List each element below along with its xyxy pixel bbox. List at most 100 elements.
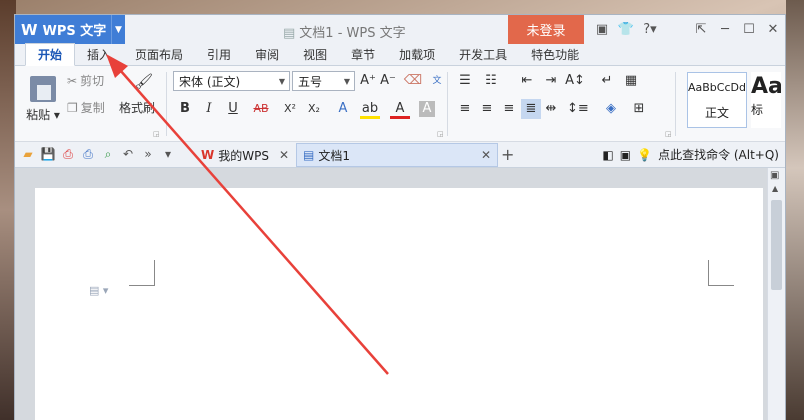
copy-button[interactable]: ❐ 复制 — [67, 99, 105, 116]
increase-indent-icon[interactable]: ⇥ — [541, 71, 561, 91]
print-preview-icon[interactable]: ⌕ — [99, 147, 117, 162]
align-right-icon[interactable]: ≡ — [499, 99, 519, 119]
tab-developer[interactable]: 开发工具 — [447, 43, 519, 65]
app-menu-button[interactable]: W WPS 文字 ▼ — [15, 15, 125, 44]
tab-page-layout[interactable]: 页面布局 — [123, 43, 195, 65]
vertical-scrollbar[interactable]: ▣ ▲ — [767, 168, 785, 420]
dialog-launcher-icon[interactable]: ◲ — [665, 130, 672, 138]
doc-tab-document1[interactable]: ▤ 文档1 ✕ — [296, 143, 498, 167]
read-mode-icon[interactable]: ▣ — [620, 148, 631, 162]
separator — [447, 72, 448, 136]
numbered-list-icon[interactable]: ☷ — [481, 71, 501, 91]
char-shading-icon[interactable]: A — [419, 101, 435, 117]
superscript-button[interactable]: X² — [280, 99, 300, 119]
tab-section[interactable]: 章节 — [339, 43, 387, 65]
more-icon[interactable]: » — [139, 147, 157, 162]
table-icon[interactable]: ▦ — [621, 71, 641, 91]
separator — [166, 72, 167, 136]
undo-icon[interactable]: ↶ — [119, 147, 137, 162]
tab-view[interactable]: 视图 — [291, 43, 339, 65]
decrease-indent-icon[interactable]: ⇤ — [517, 71, 537, 91]
highlight-icon[interactable]: ab — [360, 99, 380, 119]
font-size-select[interactable]: 五号 ▼ — [292, 71, 355, 91]
shrink-font-icon[interactable]: A⁻ — [378, 71, 398, 91]
maximize-button[interactable]: ☐ — [737, 22, 761, 37]
text-effect-icon[interactable]: A — [333, 99, 353, 119]
lightbulb-icon: 💡 — [637, 147, 653, 162]
italic-button[interactable]: I — [199, 99, 219, 119]
tab-review[interactable]: 审阅 — [243, 43, 291, 65]
strikethrough-button[interactable]: AB — [251, 99, 271, 119]
help-icon[interactable]: ?▾ — [639, 22, 661, 37]
chevron-down-icon[interactable]: ▾ — [159, 147, 177, 162]
title-toolbar: ▣ 👕 ?▾ — [591, 15, 661, 44]
document-view-icon[interactable]: ◧ — [602, 148, 613, 162]
format-painter-button[interactable]: 格式刷 — [119, 99, 155, 116]
close-icon[interactable]: ✕ — [481, 148, 491, 162]
scroll-up-icon[interactable]: ▲ — [772, 184, 778, 193]
dialog-launcher-icon[interactable]: ◲ — [153, 130, 160, 138]
close-button[interactable]: ✕ — [761, 22, 785, 37]
save-icon[interactable]: 💾 — [39, 147, 57, 162]
search-command-input[interactable]: 点此查找命令 (Alt+Q) — [658, 146, 779, 163]
show-marks-icon[interactable]: ↵ — [597, 71, 617, 91]
copy-icon: ❐ — [67, 100, 78, 115]
grow-font-icon[interactable]: A⁺ — [358, 71, 378, 91]
font-color-icon[interactable]: A — [390, 99, 410, 119]
wps-window: W WPS 文字 ▼ ▤ 文档1 - WPS 文字 未登录 ▣ 👕 ?▾ ⇱ ─ … — [14, 14, 786, 420]
style-heading[interactable]: Aa 标 — [751, 72, 781, 128]
print-icon[interactable]: ⎙ — [79, 147, 97, 162]
skin-icon[interactable]: 👕 — [615, 22, 637, 37]
clear-format-icon[interactable]: ⌫ — [403, 71, 423, 91]
open-folder-icon[interactable]: ▰ — [19, 147, 37, 162]
pin-icon[interactable]: ⇱ — [689, 22, 713, 37]
font-name-select[interactable]: 宋体 (正文) ▼ — [173, 71, 290, 91]
chinese-layout-icon[interactable]: A↕ — [565, 71, 585, 91]
login-button[interactable]: 未登录 — [508, 15, 584, 44]
chevron-down-icon: ▼ — [278, 76, 286, 86]
clipboard-icon[interactable]: ▣ — [591, 22, 613, 37]
document-icon: ▤ — [303, 148, 315, 162]
ribbon-tabs: 开始 插入 页面布局 引用 审阅 视图 章节 加载项 开发工具 特色功能 — [15, 43, 785, 66]
scroll-thumb[interactable] — [771, 200, 782, 290]
shading-icon[interactable]: ◈ — [601, 99, 621, 119]
paragraph-handle-icon[interactable]: ▤ ▾ — [89, 284, 108, 297]
bullet-list-icon[interactable]: ☰ — [455, 71, 475, 91]
chevron-down-icon[interactable]: ▼ — [111, 15, 125, 44]
borders-icon[interactable]: ⊞ — [629, 99, 649, 119]
tab-references[interactable]: 引用 — [195, 43, 243, 65]
tab-insert[interactable]: 插入 — [75, 43, 123, 65]
paste-button[interactable]: 粘贴 ▾ — [23, 76, 63, 123]
line-spacing-icon[interactable]: ↕≡ — [567, 99, 589, 119]
distributed-icon[interactable]: ⇹ — [541, 99, 561, 119]
minimize-button[interactable]: ─ — [713, 22, 737, 37]
document-page[interactable]: ▤ ▾ — [35, 188, 763, 420]
bold-button[interactable]: B — [175, 99, 195, 119]
document-icon: ▤ — [283, 26, 296, 41]
pinyin-icon[interactable]: 文 — [427, 71, 447, 91]
desktop-background-right — [786, 0, 804, 420]
close-icon[interactable]: ✕ — [279, 148, 289, 162]
align-center-icon[interactable]: ≡ — [477, 99, 497, 119]
underline-button[interactable]: U — [223, 99, 243, 119]
tab-home[interactable]: 开始 — [25, 43, 76, 66]
chevron-down-icon: ▼ — [343, 76, 351, 86]
tab-addins[interactable]: 加载项 — [387, 43, 447, 65]
dialog-launcher-icon[interactable]: ◲ — [437, 130, 444, 138]
pdf-export-icon[interactable]: ⎙ — [59, 147, 77, 162]
tab-special[interactable]: 特色功能 — [519, 43, 591, 65]
justify-icon[interactable]: ≣ — [521, 99, 541, 119]
cut-button[interactable]: ✂ 剪切 — [67, 72, 104, 89]
title-bar: W WPS 文字 ▼ ▤ 文档1 - WPS 文字 未登录 ▣ 👕 ?▾ ⇱ ─ … — [15, 15, 785, 44]
align-left-icon[interactable]: ≡ — [455, 99, 475, 119]
collapse-ribbon-icon[interactable]: ▣ — [770, 170, 779, 181]
format-painter-icon[interactable]: 🖌 — [133, 72, 153, 91]
subscript-button[interactable]: X₂ — [304, 99, 324, 119]
app-name: WPS 文字 — [42, 24, 107, 39]
new-tab-button[interactable]: + — [501, 145, 514, 164]
doc-tab-my-wps[interactable]: W 我的WPS ✕ — [195, 143, 295, 167]
wps-logo-icon: W — [201, 148, 215, 162]
style-normal[interactable]: AaBbCcDd 正文 — [687, 72, 747, 128]
separator — [675, 72, 676, 136]
paste-icon — [30, 76, 56, 102]
